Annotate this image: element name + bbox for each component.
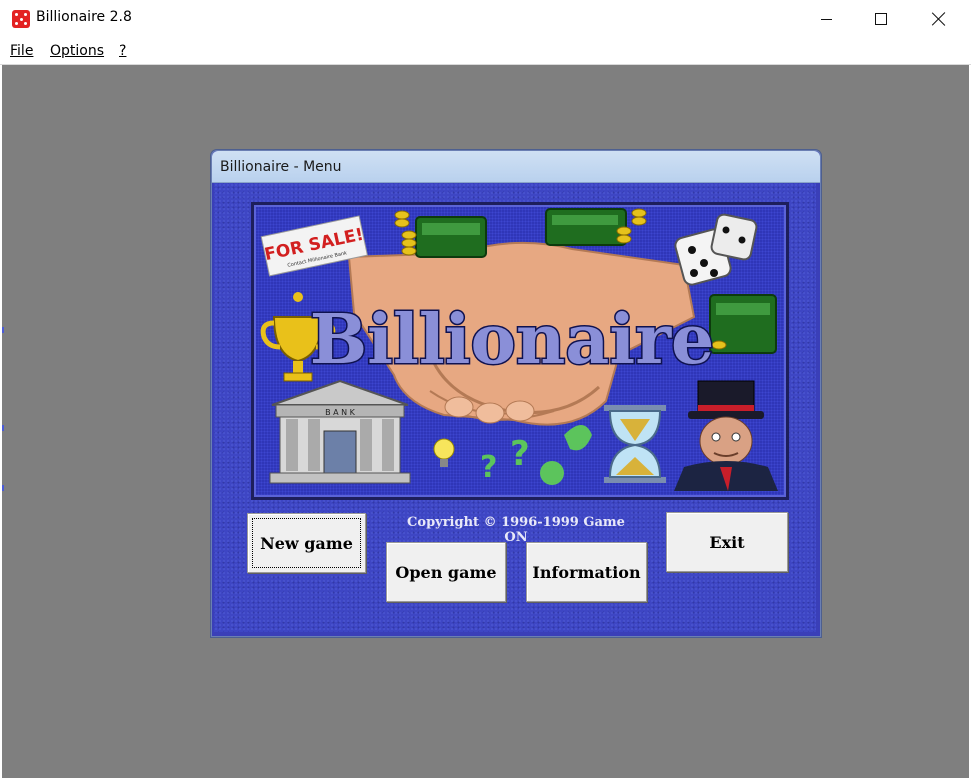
dialog-title: Billionaire - Menu — [220, 159, 342, 175]
dialog-body: FOR SALE! Contact Millionaire Bank Billi… — [214, 183, 816, 632]
close-icon — [932, 12, 946, 26]
dice-image — [674, 213, 758, 286]
window-titlebar: Billionaire 2.8 — [0, 0, 971, 38]
tycoon-character-image — [674, 380, 778, 491]
question-mark: ? — [510, 434, 530, 474]
banner-artwork: FOR SALE! Contact Millionaire Bank Billi… — [260, 208, 778, 491]
bank-building-image: B A N K — [269, 379, 411, 484]
new-game-button[interactable]: New game — [247, 513, 366, 573]
edge-mark — [2, 425, 4, 431]
window-title: Billionaire 2.8 — [36, 9, 132, 25]
edge-mark — [2, 485, 4, 491]
maximize-button[interactable] — [852, 0, 910, 38]
minimize-icon — [820, 18, 832, 20]
title-banner-image: FOR SALE! Contact Millionaire Bank Billi… — [251, 202, 789, 500]
maximize-icon — [875, 13, 887, 25]
menu-help[interactable]: ? — [119, 43, 126, 59]
menu-options[interactable]: Options — [50, 43, 104, 59]
information-button[interactable]: Information — [526, 542, 647, 602]
billionaire-logo: Billionaire — [310, 300, 715, 380]
close-button[interactable] — [910, 0, 968, 38]
menu-bar: File Options ? — [0, 38, 971, 65]
menu-help-label: ? — [119, 43, 127, 59]
edge-mark — [2, 327, 4, 333]
dice-app-icon — [12, 10, 30, 28]
open-game-button[interactable]: Open game — [386, 542, 506, 602]
exit-label: Exit — [709, 532, 745, 552]
exit-button[interactable]: Exit — [666, 512, 788, 572]
menu-file[interactable]: File — [10, 43, 33, 59]
question-mark: ? — [480, 450, 497, 485]
menu-options-label: Options — [50, 43, 105, 59]
menu-dialog: Billionaire - Menu FOR SALE! Contact Mil… — [211, 150, 821, 637]
open-game-label: Open game — [395, 562, 497, 582]
focus-rectangle — [252, 518, 361, 568]
dialog-titlebar[interactable]: Billionaire - Menu — [212, 151, 820, 183]
minimize-button[interactable] — [797, 0, 855, 38]
copyright-text: Copyright © 1996-1999 Game ON — [407, 515, 625, 545]
question-marks-image: ? ? — [433, 425, 592, 485]
bank-label: B A N K — [325, 408, 356, 417]
hourglass-image — [604, 405, 666, 483]
information-label: Information — [532, 562, 641, 582]
menu-file-label: File — [10, 43, 34, 59]
